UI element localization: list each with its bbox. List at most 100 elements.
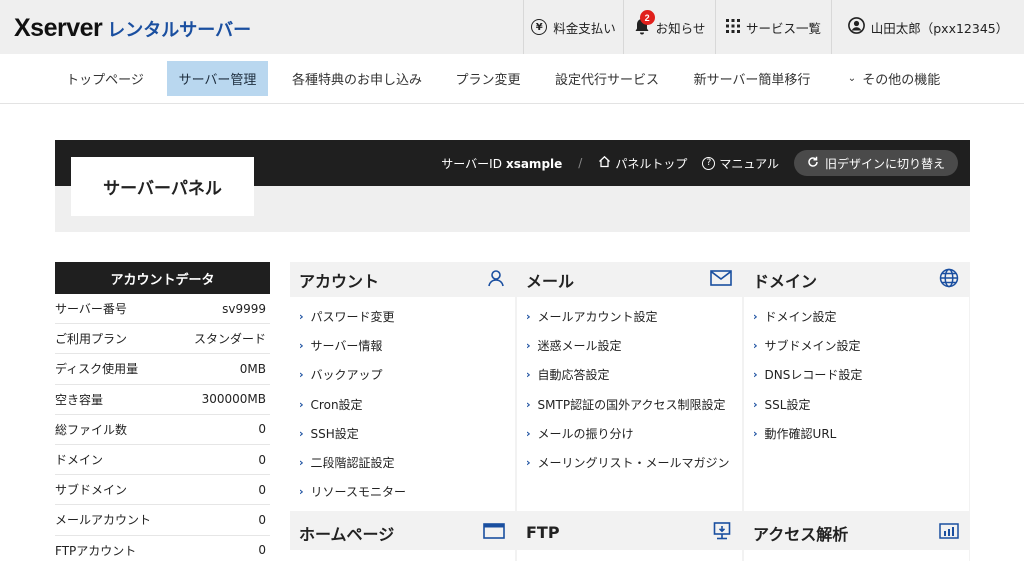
section-analytics-body (744, 550, 969, 561)
browser-window-icon (483, 523, 505, 542)
link-resource-monitor[interactable]: › リソースモニター (290, 477, 515, 506)
section-homepage-body (290, 550, 515, 561)
user-menu-button[interactable]: 山田太郎（pxx12345） (831, 0, 1024, 54)
section-mail-links: › メールアカウント設定 › 迷惑メール設定 › 自動応答設定 › SMTP認証の国外ア… (517, 297, 742, 511)
payment-button[interactable]: ¥ 料金支払い (523, 0, 623, 54)
server-id: サーバーID xsample (441, 155, 562, 172)
section-mail-header: メール (517, 262, 742, 297)
link-label: 自動応答設定 (537, 368, 610, 383)
section-mail-title: メール (526, 271, 575, 291)
account-row-value: 0 (258, 482, 266, 497)
link-label: パスワード変更 (310, 310, 395, 325)
chevron-right-icon: › (299, 368, 304, 382)
manual-link[interactable]: ? マニュアル (702, 155, 779, 172)
account-data-title: アカウントデータ (55, 262, 270, 294)
panel-header-actions: サーバーID xsample / パネルトップ ? マニュアル 旧デザインに切り替… (441, 140, 958, 186)
chevron-right-icon: › (299, 456, 304, 470)
account-row-value: sv9999 (222, 301, 266, 316)
section-account: アカウント › パスワード変更 › サーバー情報 › バックアップ › Cron設定 ›… (290, 262, 515, 511)
account-row-label: サーバー番号 (55, 302, 127, 317)
link-mail-filter[interactable]: › メールの振り分け (517, 419, 742, 448)
account-row-label: FTPアカウント (55, 543, 137, 558)
user-avatar-icon (847, 17, 865, 37)
yen-icon: ¥ (531, 19, 548, 35)
chevron-right-icon: › (526, 310, 531, 324)
account-row-label: メールアカウント (55, 513, 152, 528)
section-domain-title: ドメイン (753, 271, 818, 291)
notice-button[interactable]: 2 お知らせ (623, 0, 715, 54)
link-verify-url[interactable]: › 動作確認URL (744, 419, 969, 448)
monitor-icon (712, 521, 732, 544)
nav-item-server-management[interactable]: サーバー管理 (167, 61, 268, 96)
link-spam-settings[interactable]: › 迷惑メール設定 (517, 331, 742, 360)
chevron-right-icon: › (753, 310, 758, 324)
link-subdomain-settings[interactable]: › サブドメイン設定 (744, 331, 969, 360)
section-mail: メール › メールアカウント設定 › 迷惑メール設定 › 自動応答設定 › SMTP認証… (517, 262, 742, 511)
link-label: メールアカウント設定 (537, 310, 658, 325)
link-label: ドメイン設定 (764, 310, 837, 325)
section-domain-header: ドメイン (744, 262, 969, 297)
link-mail-account[interactable]: › メールアカウント設定 (517, 302, 742, 331)
notice-count-badge: 2 (639, 10, 655, 25)
logo-sub-text: レンタルサーバー (107, 20, 252, 41)
chevron-right-icon: › (526, 426, 531, 440)
chevron-right-icon: › (753, 397, 758, 411)
link-server-info[interactable]: › サーバー情報 (290, 331, 515, 360)
globe-icon (939, 268, 959, 291)
service-list-label: サービス一覧 (745, 20, 821, 36)
bar-chart-icon (939, 523, 959, 542)
link-label: 動作確認URL (764, 426, 837, 441)
account-row: サーバー番号 sv9999 (55, 294, 270, 325)
link-dns-records[interactable]: › DNSレコード設定 (744, 360, 969, 389)
panel-top-link[interactable]: パネルトップ (598, 155, 687, 172)
section-analytics-header: アクセス解析 (744, 515, 969, 550)
link-label: Cron設定 (310, 397, 363, 412)
section-domain-links: › ドメイン設定 › サブドメイン設定 › DNSレコード設定 › SSL設定 › 動作確… (744, 297, 969, 511)
account-row-value: 0 (258, 452, 266, 467)
nav-item-special-offers[interactable]: 各種特典のお申し込み (282, 61, 432, 96)
refresh-icon (807, 156, 819, 171)
link-label: メールの振り分け (537, 426, 634, 441)
account-row-label: ご利用プラン (55, 332, 128, 347)
chevron-right-icon: › (299, 426, 304, 440)
mail-icon (710, 270, 732, 289)
account-row-value: 0MB (239, 361, 266, 376)
nav-item-setup-service[interactable]: 設定代行サービス (544, 61, 670, 96)
link-cron[interactable]: › Cron設定 (290, 390, 515, 419)
service-menu-grid: アカウント › パスワード変更 › サーバー情報 › バックアップ › Cron設定 ›… (290, 262, 970, 561)
link-backup[interactable]: › バックアップ (290, 360, 515, 389)
link-mailing-list[interactable]: › メーリングリスト・メールマガジン (517, 448, 742, 477)
link-auto-reply[interactable]: › 自動応答設定 (517, 360, 742, 389)
account-row: メールアカウント 0 (55, 505, 270, 536)
account-row: サブドメイン 0 (55, 475, 270, 506)
link-ssl-settings[interactable]: › SSL設定 (744, 390, 969, 419)
nav-item-other-features[interactable]: ⌄ その他の機能 (836, 61, 952, 96)
account-row: ディスク使用量 0MB (55, 354, 270, 385)
header-actions: ¥ 料金支払い 2 お知らせ サービス一覧 山田太郎（pxx12345） (523, 0, 1024, 54)
link-ssh[interactable]: › SSH設定 (290, 419, 515, 448)
link-label: SMTP認証の国外アクセス制限設定 (537, 397, 726, 412)
section-account-header: アカウント (290, 262, 515, 297)
nav-item-plan-change[interactable]: プラン変更 (446, 61, 530, 96)
account-row-value: 0 (258, 422, 266, 437)
account-row-label: ドメイン (55, 453, 104, 468)
link-domain-settings[interactable]: › ドメイン設定 (744, 302, 969, 331)
section-domain: ドメイン › ドメイン設定 › サブドメイン設定 › DNSレコード設定 › SSL設定… (744, 262, 969, 511)
user-name-label: 山田太郎（pxx12345） (870, 20, 1009, 36)
chevron-right-icon: › (753, 426, 758, 440)
service-list-button[interactable]: サービス一覧 (715, 0, 831, 54)
link-label: バックアップ (310, 368, 383, 383)
old-design-toggle-button[interactable]: 旧デザインに切り替え (793, 150, 958, 176)
logo[interactable]: Xserver レンタルサーバー (14, 14, 251, 43)
account-row: 総ファイル数 0 (55, 415, 270, 445)
link-password-change[interactable]: › パスワード変更 (290, 302, 515, 331)
breadcrumb-separator: / (578, 156, 583, 170)
link-two-factor[interactable]: › 二段階認証設定 (290, 448, 515, 477)
nav-item-top-page[interactable]: トップページ (55, 61, 155, 96)
panel-top-label: パネルトップ (615, 156, 688, 171)
main-navigation: トップページ サーバー管理 各種特典のお申し込み プラン変更 設定代行サービス … (0, 54, 1024, 104)
link-smtp-restriction[interactable]: › SMTP認証の国外アクセス制限設定 (517, 390, 742, 419)
top-header: Xserver レンタルサーバー ¥ 料金支払い 2 お知らせ サービス一覧 山… (0, 0, 1024, 54)
chevron-right-icon: › (526, 339, 531, 353)
nav-item-server-migration[interactable]: 新サーバー簡単移行 (684, 61, 820, 96)
